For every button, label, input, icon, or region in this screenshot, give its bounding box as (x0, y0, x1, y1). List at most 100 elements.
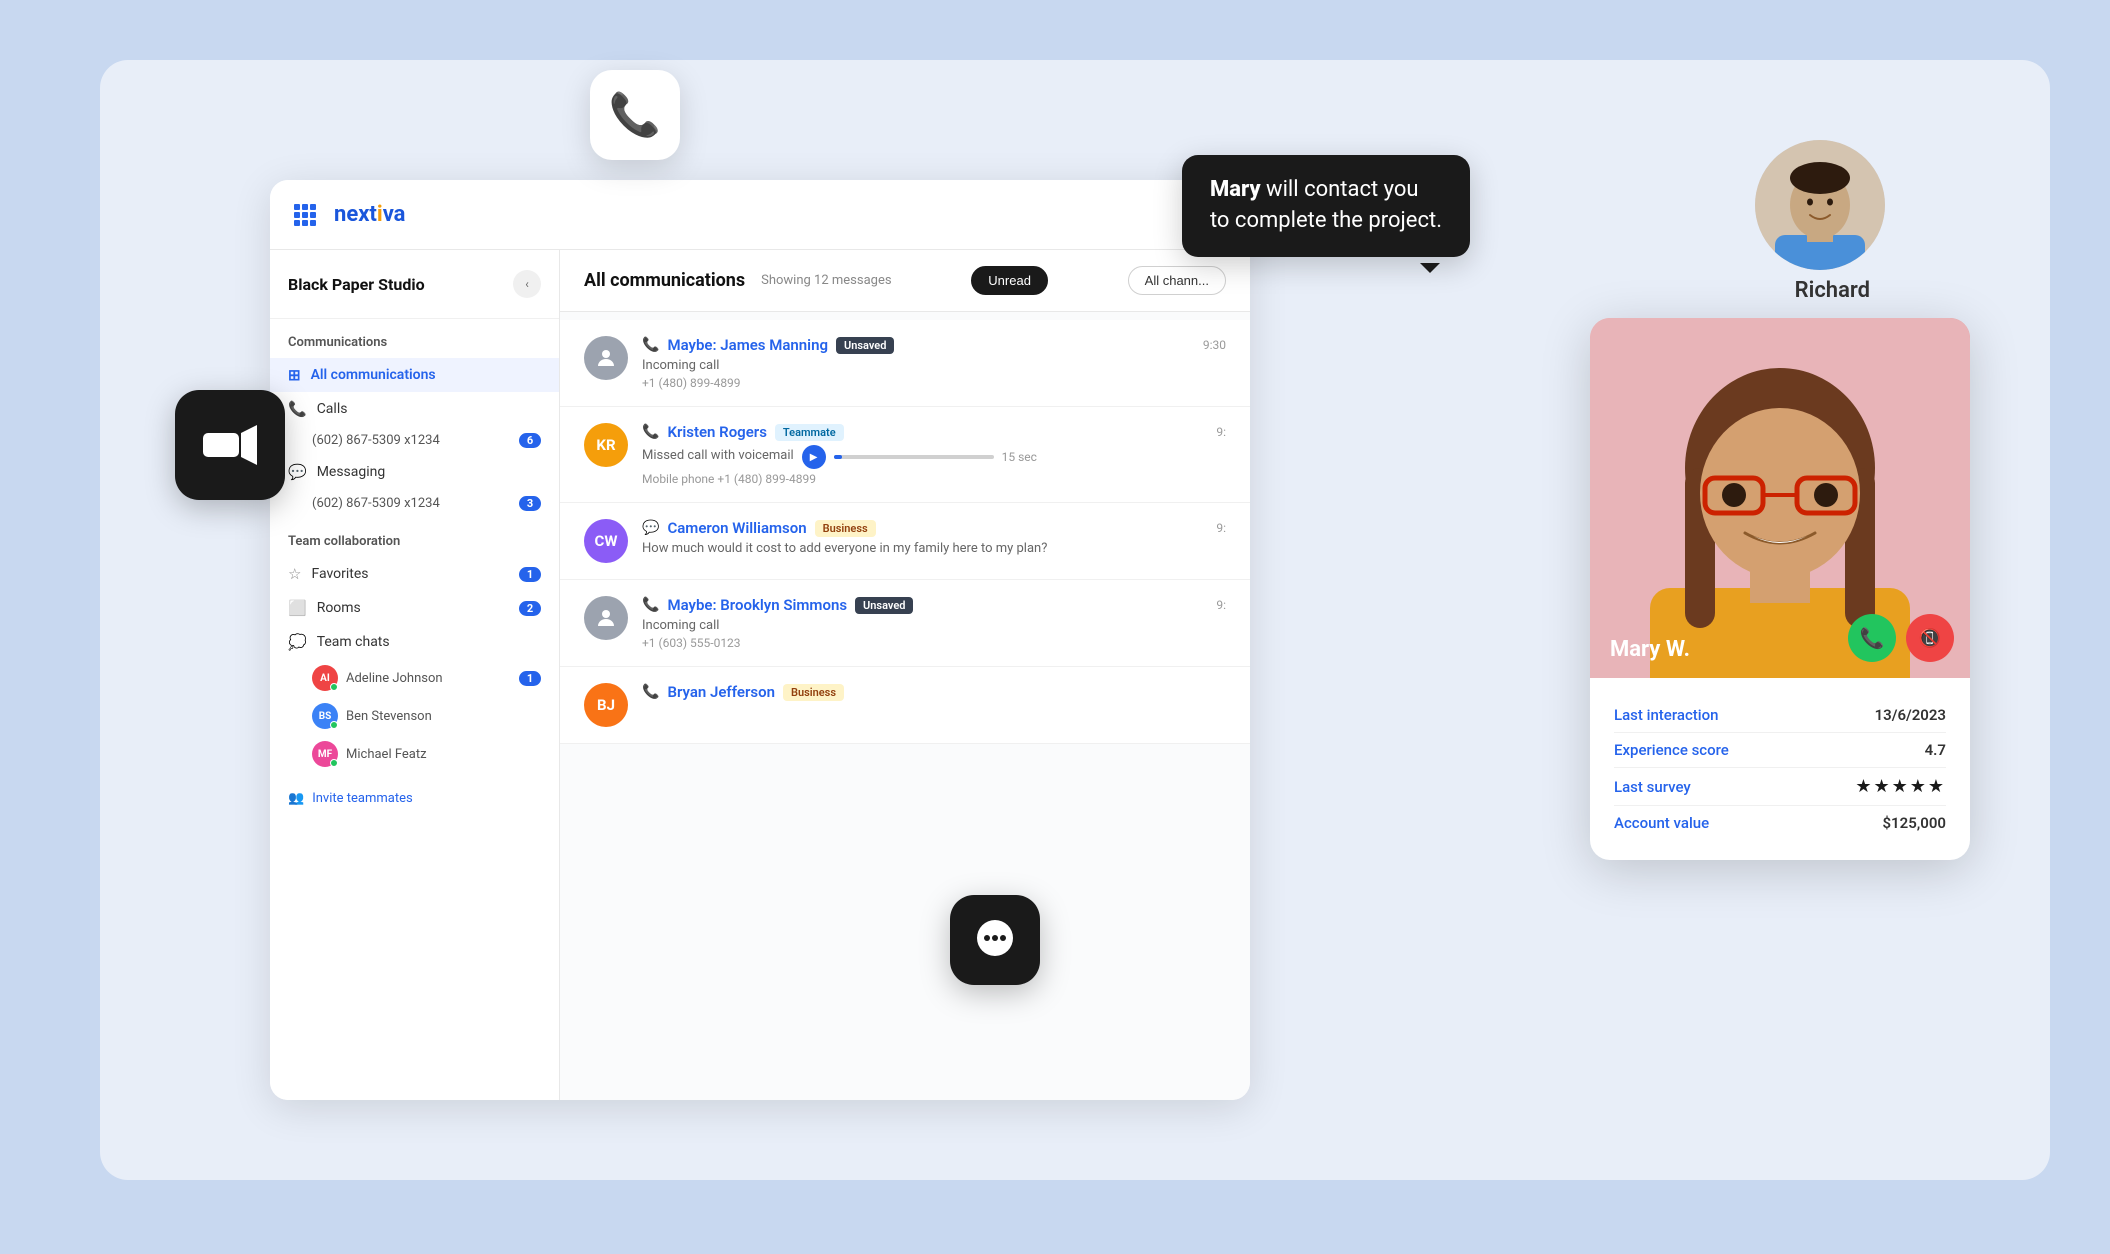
floating-phone-button[interactable]: 📞 (590, 70, 680, 160)
kristen-avatar: KR (584, 423, 628, 467)
call-video-area: Mary W. 📞 📵 (1590, 318, 1970, 678)
sidebar-calls-number[interactable]: (602) 867-5309 x1234 6 (270, 426, 559, 455)
michael-avatar: MF (312, 741, 338, 767)
message-list: 📞 Maybe: James Manning Unsaved 9:30 Inco… (560, 312, 1250, 1100)
brooklyn-avatar (584, 596, 628, 640)
nextiva-logo: nextiva (334, 202, 405, 227)
messages-count: Showing 12 messages (761, 273, 891, 288)
rooms-label: Rooms (317, 600, 361, 616)
bryan-avatar: BJ (584, 683, 628, 727)
calls-badge: 6 (519, 433, 541, 448)
invite-icon: 👥 (288, 791, 304, 806)
audio-progress-fill (834, 455, 842, 459)
unread-filter-button[interactable]: Unread (971, 266, 1048, 295)
audio-progress-bar (834, 455, 994, 459)
favorites-badge: 1 (519, 567, 541, 582)
survey-stars: ★★★★★ (1855, 776, 1946, 797)
message-item-kristen-rogers[interactable]: KR 📞 Kristen Rogers Teammate 9: Missed c… (560, 407, 1250, 503)
experience-score-value: 4.7 (1925, 741, 1946, 759)
all-communications-label: All communications (311, 367, 436, 383)
rooms-icon: ⬜ (288, 599, 307, 617)
workspace-name: Black Paper Studio (288, 275, 425, 294)
cameron-name: Cameron Williamson (667, 519, 806, 537)
account-value: $125,000 (1882, 814, 1946, 832)
voicemail-row: Missed call with voicemail ▶ 15 sec (642, 445, 1226, 469)
kristen-content: 📞 Kristen Rogers Teammate 9: Missed call… (642, 423, 1226, 486)
cameron-content: 💬 Cameron Williamson Business 9: How muc… (642, 519, 1226, 559)
floating-video-button[interactable] (175, 390, 285, 500)
brooklyn-tag: Unsaved (855, 597, 913, 614)
experience-score-label: Experience score (1614, 741, 1729, 759)
messaging-icon: 💬 (288, 463, 307, 481)
play-button[interactable]: ▶ (802, 445, 826, 469)
message-item-james-manning[interactable]: 📞 Maybe: James Manning Unsaved 9:30 Inco… (560, 320, 1250, 407)
team-collab-section-title: Team collaboration (270, 518, 559, 557)
content-title: All communications (584, 270, 745, 291)
last-survey-label: Last survey (1614, 778, 1691, 796)
ben-name: Ben Stevenson (346, 709, 432, 724)
sidebar-item-favorites[interactable]: ☆ Favorites 1 (270, 557, 559, 591)
sidebar-item-rooms[interactable]: ⬜ Rooms 2 (270, 591, 559, 625)
cameron-header: 💬 Cameron Williamson Business 9: (642, 519, 1226, 537)
adeline-avatar: AI (312, 665, 338, 691)
main-content: All communications Showing 12 messages U… (560, 250, 1250, 1100)
bryan-content: 📞 Bryan Jefferson Business (642, 683, 1226, 705)
content-header: All communications Showing 12 messages U… (560, 250, 1250, 312)
message-item-brooklyn[interactable]: 📞 Maybe: Brooklyn Simmons Unsaved 9: Inc… (560, 580, 1250, 667)
richard-label: Richard (1795, 278, 1870, 303)
last-interaction-label: Last interaction (1614, 706, 1718, 724)
account-value-label: Account value (1614, 814, 1709, 832)
all-channels-filter-button[interactable]: All chann... (1128, 266, 1226, 295)
decline-call-button[interactable]: 📵 (1906, 614, 1954, 662)
sidebar-chat-michael[interactable]: MF Michael Featz (270, 735, 559, 773)
team-chats-label: Team chats (317, 634, 390, 650)
sidebar-item-messaging[interactable]: 💬 Messaging (270, 455, 559, 489)
invite-teammates-button[interactable]: 👥 Invite teammates (270, 781, 559, 816)
workspace-chevron-icon[interactable]: ‹ (513, 270, 541, 298)
account-value-row: Account value $125,000 (1614, 806, 1946, 840)
cameron-avatar: CW (584, 519, 628, 563)
audio-duration: 15 sec (1002, 450, 1037, 464)
sidebar-item-calls[interactable]: 📞 Calls (270, 392, 559, 426)
sidebar-messaging-number[interactable]: (602) 867-5309 x1234 3 (270, 489, 559, 518)
brooklyn-time: 9: (1216, 598, 1226, 612)
calls-label: Calls (317, 401, 348, 417)
kristen-body: Missed call with voicemail (642, 448, 794, 463)
michael-name: Michael Featz (346, 747, 427, 762)
floating-chat-button[interactable] (950, 895, 1040, 985)
team-chats-icon: 💭 (288, 633, 307, 651)
adeline-name: Adeline Johnson (346, 671, 443, 686)
app-window: nextiva Black Paper Studio ‹ Communicati… (270, 180, 1250, 1100)
message-item-bryan[interactable]: BJ 📞 Bryan Jefferson Business (560, 667, 1250, 744)
accept-call-button[interactable]: 📞 (1848, 614, 1896, 662)
brooklyn-call-icon: 📞 (642, 597, 659, 613)
call-card: Mary W. 📞 📵 Last interaction 13/6/2023 E… (1590, 318, 1970, 860)
james-tag: Unsaved (836, 337, 894, 354)
bryan-header: 📞 Bryan Jefferson Business (642, 683, 1226, 701)
cameron-time: 9: (1216, 521, 1226, 535)
app-body: Black Paper Studio ‹ Communications ⊞ Al… (270, 250, 1250, 1100)
invite-label: Invite teammates (312, 791, 413, 806)
james-content: 📞 Maybe: James Manning Unsaved 9:30 Inco… (642, 336, 1226, 390)
caller-name-overlay: Mary W. (1610, 637, 1690, 662)
cameron-tag: Business (815, 520, 876, 537)
app-header: nextiva (270, 180, 1250, 250)
sidebar-chat-adeline[interactable]: AI Adeline Johnson 1 (270, 659, 559, 697)
call-incoming-icon: 📞 (642, 337, 659, 353)
star-icon: ☆ (288, 565, 301, 583)
richard-avatar-image (1755, 140, 1885, 270)
message-item-cameron[interactable]: CW 💬 Cameron Williamson Business 9: How … (560, 503, 1250, 580)
brooklyn-name: Maybe: Brooklyn Simmons (667, 596, 847, 614)
kristen-header: 📞 Kristen Rogers Teammate 9: (642, 423, 1226, 441)
bryan-call-icon: 📞 (642, 684, 659, 700)
cameron-msg-icon: 💬 (642, 520, 659, 536)
grid-icon: ⊞ (288, 366, 301, 384)
richard-avatar (1755, 140, 1885, 270)
workspace-header: Black Paper Studio ‹ (270, 270, 559, 319)
sidebar-item-team-chats[interactable]: 💭 Team chats (270, 625, 559, 659)
bryan-name: Bryan Jefferson (667, 683, 775, 701)
brooklyn-sub: +1 (603) 555-0123 (642, 636, 1226, 650)
sidebar-chat-ben[interactable]: BS Ben Stevenson (270, 697, 559, 735)
messaging-number-label: (602) 867-5309 x1234 (312, 496, 440, 511)
sidebar-item-all-communications[interactable]: ⊞ All communications (270, 358, 559, 392)
